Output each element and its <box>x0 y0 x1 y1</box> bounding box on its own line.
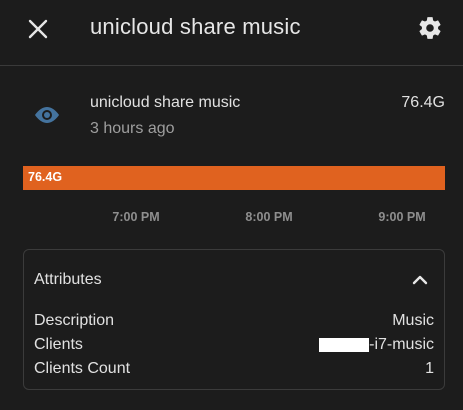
redaction-block <box>319 338 370 352</box>
eye-icon <box>35 107 59 123</box>
entity-last-changed: 3 hours ago <box>90 120 175 137</box>
attribute-value: Music <box>392 312 434 330</box>
attribute-key: Description <box>34 312 115 329</box>
attribute-row-description: Description Music <box>34 312 434 334</box>
close-icon <box>28 19 48 39</box>
entity-row[interactable]: unicloud share music 3 hours ago 76.4G <box>0 86 463 146</box>
timeline-tick: 7:00 PM <box>112 210 160 224</box>
attribute-key: Clients Count <box>34 360 131 377</box>
timeline-tick: 8:00 PM <box>245 210 293 224</box>
entity-name: unicloud share music <box>90 94 241 111</box>
collapse-attributes-button[interactable] <box>408 268 432 292</box>
attribute-value-text: 1 <box>425 360 434 377</box>
gear-icon <box>419 17 441 39</box>
attributes-title: Attributes <box>34 271 102 288</box>
timeline-tick: 9:00 PM <box>378 210 426 224</box>
history-timeline-bar[interactable]: 76.4G <box>23 166 445 190</box>
more-info-dialog: unicloud share music unicloud share musi… <box>0 0 463 410</box>
dialog-header: unicloud share music <box>0 0 463 66</box>
attribute-value: -i7-music <box>319 336 434 354</box>
attribute-row-clients: Clients -i7-music <box>34 336 434 358</box>
attribute-key: Clients <box>34 336 83 353</box>
attribute-value: 1 <box>425 360 434 378</box>
attributes-panel: Attributes Description Music Clients -i7… <box>23 249 445 390</box>
entity-state: 76.4G <box>401 94 445 111</box>
timeline-bar-label: 76.4G <box>28 170 63 184</box>
settings-button[interactable] <box>414 12 446 44</box>
chevron-up-icon <box>412 275 428 285</box>
attribute-value-text: -i7-music <box>369 336 434 353</box>
dialog-title: unicloud share music <box>90 14 301 39</box>
attribute-value-text: Music <box>392 312 434 329</box>
attribute-row-clients-count: Clients Count 1 <box>34 360 434 382</box>
close-button[interactable] <box>22 13 54 45</box>
